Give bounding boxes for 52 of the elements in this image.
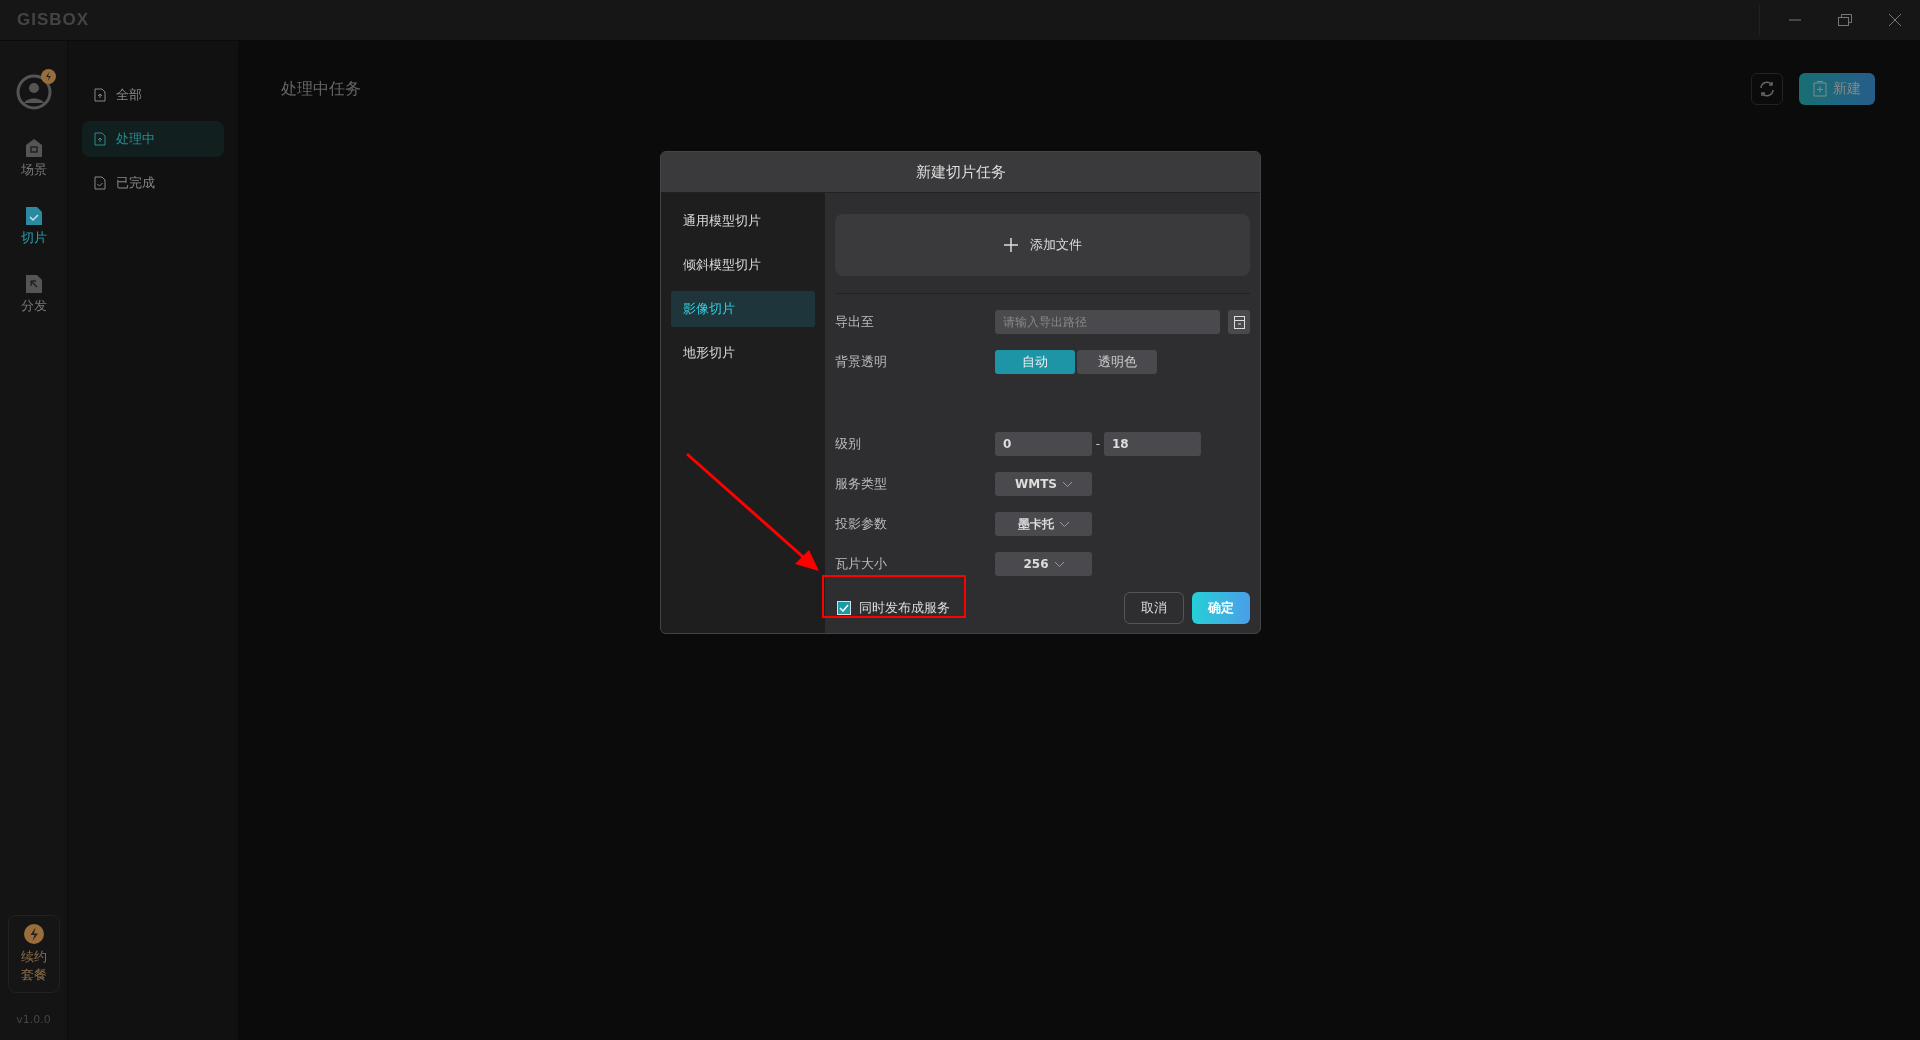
max-level-field[interactable]: 18 bbox=[1104, 432, 1201, 456]
rail-nav-item[interactable]: 分发 bbox=[16, 271, 51, 319]
sidebar-item[interactable]: 处理中 bbox=[82, 121, 224, 157]
field-label: 导出至 bbox=[835, 313, 875, 331]
dropdown[interactable]: 256 bbox=[995, 552, 1092, 576]
dropdown[interactable]: WMTS bbox=[995, 472, 1092, 496]
dropdown[interactable]: 墨卡托 bbox=[995, 512, 1092, 536]
field-label: 投影参数 bbox=[835, 515, 888, 533]
field-label: 瓦片大小 bbox=[835, 555, 888, 573]
field-label: 服务类型 bbox=[835, 475, 888, 493]
min-level-field[interactable]: 0 bbox=[995, 432, 1092, 456]
chevron-down-icon bbox=[1054, 561, 1064, 567]
browse-button[interactable] bbox=[1228, 310, 1250, 334]
field-label: 背景透明 bbox=[835, 353, 888, 371]
sidebar-item[interactable]: 已完成 bbox=[82, 165, 224, 201]
range-separator: - bbox=[1094, 437, 1102, 451]
avatar-icon[interactable] bbox=[14, 73, 53, 111]
renew-plan-label: 续约套餐 bbox=[20, 948, 47, 984]
tile-type-item[interactable]: 倾斜模型切片 bbox=[671, 247, 815, 283]
chevron-down-icon bbox=[1060, 521, 1069, 527]
add-document-icon bbox=[1813, 81, 1827, 97]
folder-icon bbox=[1233, 315, 1245, 329]
refresh-icon bbox=[1759, 81, 1775, 97]
chevron-down-icon bbox=[1063, 481, 1072, 487]
arrow-document-icon bbox=[25, 275, 42, 293]
cancel-button[interactable]: 取消 bbox=[1124, 592, 1184, 624]
tile-type-item[interactable]: 地形切片 bbox=[671, 335, 815, 371]
background-option[interactable]: 自动 bbox=[995, 350, 1075, 374]
page-title: 处理中任务 bbox=[281, 78, 361, 100]
minimize-icon bbox=[1789, 19, 1801, 21]
sidebar-item[interactable]: 全部 bbox=[82, 77, 224, 113]
tile-type-item[interactable]: 影像切片 bbox=[671, 291, 815, 327]
upload-document-icon bbox=[94, 132, 106, 146]
plus-icon bbox=[1003, 238, 1018, 252]
tile-type-item[interactable]: 通用模型切片 bbox=[671, 203, 815, 239]
refresh-button[interactable] bbox=[1751, 73, 1783, 105]
publish-service-checkbox[interactable]: 同时发布成服务 bbox=[835, 599, 958, 617]
rail-nav-item[interactable]: 切片 bbox=[16, 203, 51, 251]
check-document-icon bbox=[25, 207, 42, 225]
upload-document-icon bbox=[94, 88, 106, 102]
field-label: 级别 bbox=[835, 435, 862, 453]
add-file-button[interactable]: 添加文件 bbox=[835, 214, 1250, 276]
background-option[interactable]: 透明色 bbox=[1077, 350, 1157, 374]
rail-nav-item[interactable]: 场景 bbox=[16, 135, 51, 183]
check-document-icon bbox=[94, 176, 106, 190]
bolt-icon bbox=[23, 924, 44, 944]
dialog-title: 新建切片任务 bbox=[915, 162, 1006, 182]
house-icon bbox=[25, 139, 42, 157]
renew-plan-card[interactable]: 续约套餐 bbox=[7, 915, 60, 993]
close-icon bbox=[1889, 14, 1901, 26]
restore-icon bbox=[1838, 14, 1852, 26]
bolt-badge-icon bbox=[40, 69, 56, 84]
